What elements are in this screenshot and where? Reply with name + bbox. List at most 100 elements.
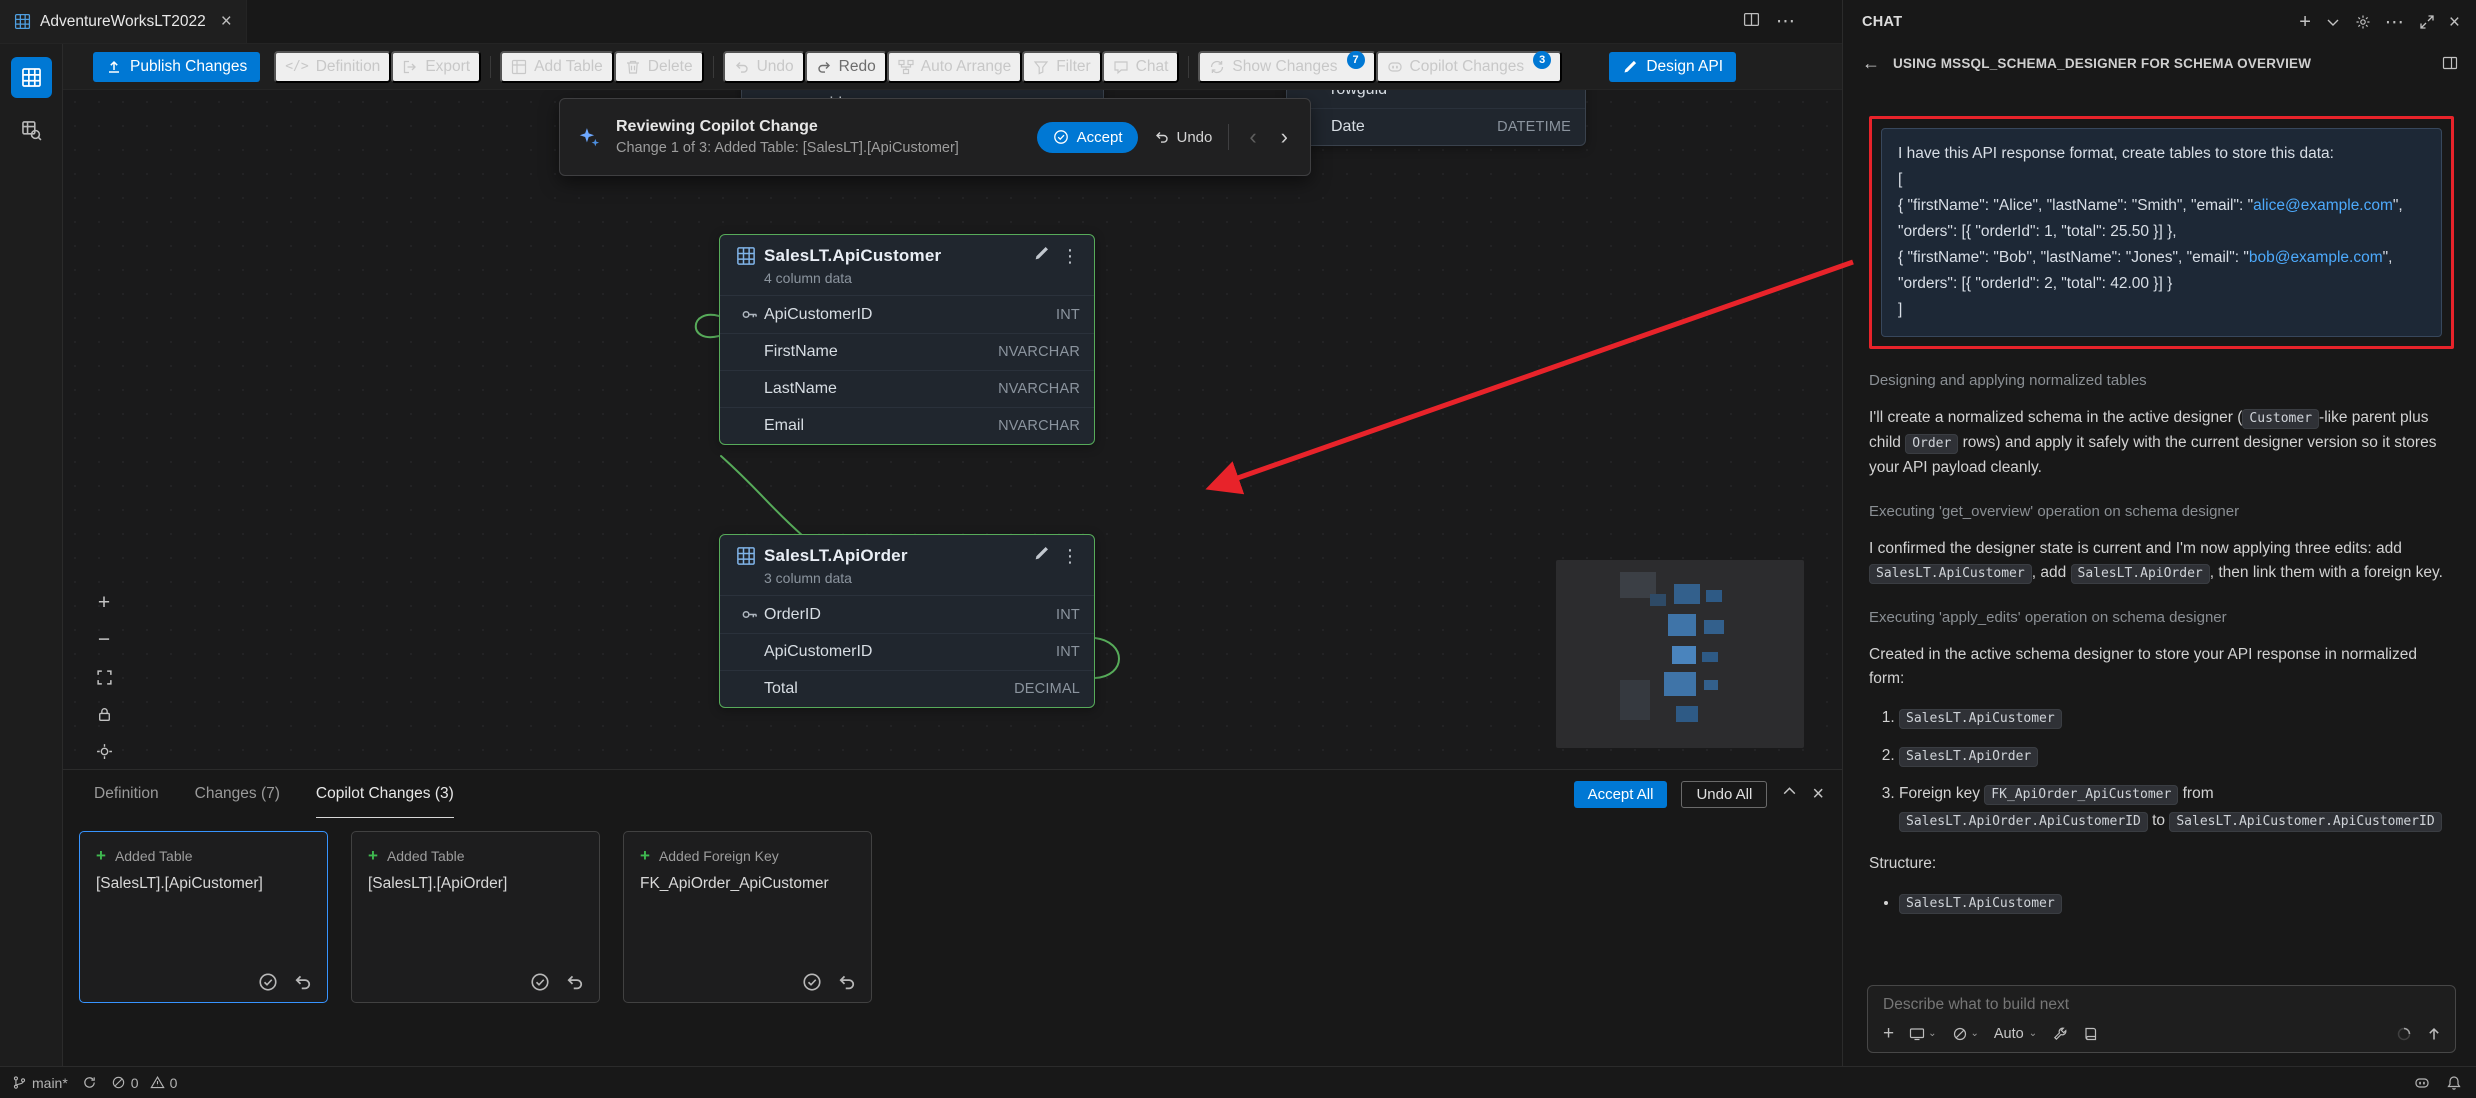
add-table-button[interactable]: Add Table (500, 51, 614, 83)
next-change-icon[interactable]: › (1277, 126, 1292, 148)
publish-changes-button[interactable]: Publish Changes (93, 52, 260, 82)
design-api-button[interactable]: Design API (1609, 52, 1736, 82)
filter-button[interactable]: Filter (1022, 51, 1101, 83)
column-name: ApiCustomerID (764, 306, 872, 324)
definition-button[interactable]: </> Definition (274, 51, 391, 83)
canvas-zoom-controls: + − (89, 588, 119, 766)
close-chat-icon[interactable]: × (2449, 13, 2460, 32)
column-row-apicustomerid[interactable]: ApiCustomerIDINT (720, 296, 1094, 333)
canvas-minimap[interactable] (1556, 560, 1804, 748)
copilot-status-icon[interactable] (2414, 1075, 2430, 1091)
edit-table-icon[interactable] (1033, 245, 1050, 267)
export-button[interactable]: Export (391, 51, 481, 83)
model-picker-icon[interactable]: ⌄ (1952, 1026, 1979, 1042)
split-editor-icon[interactable] (1743, 11, 1760, 33)
chat-settings-gear-icon[interactable] (2355, 14, 2371, 30)
chat-more-actions-icon[interactable]: ⋯ (2385, 11, 2405, 34)
panel-tab-definition[interactable]: Definition (94, 770, 159, 818)
accept-all-button[interactable]: Accept All (1574, 781, 1668, 808)
send-message-icon[interactable] (2426, 1026, 2442, 1042)
column-count-label: 3 column data (720, 570, 1094, 596)
git-branch-indicator[interactable]: main* (12, 1075, 68, 1091)
column-name: Email (764, 417, 804, 435)
sync-changes-icon[interactable] (82, 1075, 97, 1090)
add-context-icon[interactable]: + (1883, 1024, 1894, 1043)
edit-table-icon[interactable] (1033, 545, 1050, 567)
attach-screen-icon[interactable]: ⌄ (1909, 1026, 1936, 1042)
column-row-firstname[interactable]: FirstNameNVARCHAR (720, 333, 1094, 370)
tab-adventureworks[interactable]: AdventureWorksLT2022 × (0, 0, 247, 43)
expand-chat-icon[interactable] (2419, 14, 2435, 30)
tab-label: AdventureWorksLT2022 (40, 13, 206, 31)
add-table-icon (511, 59, 527, 75)
zoom-in-icon[interactable]: + (89, 588, 119, 618)
keep-change-icon[interactable] (530, 972, 550, 992)
undo-button[interactable]: Undo (723, 51, 805, 83)
notifications-bell-icon[interactable] (2446, 1075, 2462, 1091)
column-name: FirstName (764, 343, 838, 361)
inline-code: FK_ApiOrder_ApiCustomer (1984, 785, 2178, 805)
column-row-email[interactable]: EmailNVARCHAR (720, 407, 1094, 444)
zoom-out-icon[interactable]: − (89, 625, 119, 655)
column-name: ApiCustomerID (764, 643, 872, 661)
table-menu-icon[interactable]: ⋮ (1058, 246, 1082, 267)
panel-tab-changes-7[interactable]: Changes (7) (195, 770, 280, 818)
added-icon: + (640, 847, 650, 864)
copilot-change-card[interactable]: +Added Table[SalesLT].[ApiOrder] (351, 831, 600, 1003)
schema-designer-view-button[interactable] (11, 57, 52, 98)
column-row-apicustomerid[interactable]: ApiCustomerIDINT (720, 633, 1094, 670)
accept-change-button[interactable]: Accept (1037, 122, 1139, 153)
change-name: FK_ApiOrder_ApiCustomer (640, 875, 857, 893)
undo-change-icon[interactable] (565, 972, 585, 992)
lock-canvas-icon[interactable] (89, 699, 119, 729)
copilot-change-card[interactable]: +Added Table[SalesLT].[ApiCustomer] (79, 831, 328, 1003)
primary-key-icon (741, 606, 758, 623)
delete-button[interactable]: Delete (614, 51, 704, 83)
undo-all-button[interactable]: Undo All (1681, 781, 1767, 808)
column-row-orderid[interactable]: OrderIDINT (720, 596, 1094, 633)
email-link[interactable]: bob@example.com (2249, 249, 2383, 266)
center-view-icon[interactable] (89, 736, 119, 766)
chat-input[interactable] (1883, 996, 2442, 1014)
redo-button[interactable]: Redo (805, 51, 887, 83)
check-circle-icon (1053, 129, 1069, 145)
designer-activity-strip (0, 44, 63, 1066)
tools-icon[interactable] (2052, 1026, 2068, 1042)
chat-input-box[interactable]: + ⌄ ⌄ Auto ⌄ (1867, 985, 2456, 1053)
copilot-changes-button[interactable]: Copilot Changes 3 (1376, 51, 1563, 83)
tab-close-icon[interactable]: × (221, 12, 232, 31)
panel-close-icon[interactable]: × (1812, 784, 1824, 804)
mode-dropdown[interactable]: Auto ⌄ (1994, 1026, 2037, 1042)
keep-change-icon[interactable] (258, 972, 278, 992)
copilot-change-card[interactable]: +Added Foreign KeyFK_ApiOrder_ApiCustome… (623, 831, 872, 1003)
column-row-lastname[interactable]: LastNameNVARCHAR (720, 370, 1094, 407)
undo-change-icon[interactable] (837, 972, 857, 992)
table-node-apicustomer[interactable]: SalesLT.ApiCustomer ⋮ 4 column data ApiC… (719, 234, 1095, 445)
list-item: SalesLT.ApiOrder (1899, 743, 2454, 770)
new-chat-icon[interactable]: + (2299, 12, 2311, 32)
panel-collapse-icon[interactable] (1781, 783, 1798, 805)
chat-button[interactable]: Chat (1102, 51, 1180, 83)
auto-arrange-button[interactable]: Auto Arrange (887, 51, 1022, 83)
keep-change-icon[interactable] (802, 972, 822, 992)
chat-message-list: I have this API response format, create … (1843, 82, 2476, 975)
instructions-icon[interactable] (2083, 1026, 2099, 1042)
editor-more-actions-icon[interactable]: ⋯ (1776, 10, 1796, 33)
previous-change-icon[interactable]: ‹ (1245, 126, 1260, 148)
column-row-total[interactable]: TotalDECIMAL (720, 670, 1094, 707)
schema-canvas[interactable]: rowguidUNIQUEIDENTIFIER rowguidDateDATET… (63, 90, 1842, 769)
chat-back-icon[interactable]: ← (1862, 53, 1880, 74)
undo-change-button[interactable]: Undo (1154, 129, 1212, 146)
email-link[interactable]: alice@example.com (2253, 197, 2393, 214)
partial-table-node[interactable]: rowguidDateDATETIME (1286, 90, 1586, 146)
problems-indicator[interactable]: 0 0 (111, 1075, 178, 1091)
open-session-in-editor-icon[interactable] (2442, 55, 2458, 71)
fit-view-icon[interactable] (89, 662, 119, 692)
panel-tab-copilot-changes-3[interactable]: Copilot Changes (3) (316, 770, 454, 818)
chat-history-chevron-icon[interactable] (2325, 14, 2341, 30)
schema-search-button[interactable] (11, 110, 52, 151)
table-menu-icon[interactable]: ⋮ (1058, 546, 1082, 567)
table-node-apiorder[interactable]: SalesLT.ApiOrder ⋮ 3 column data OrderID… (719, 534, 1095, 708)
show-changes-button[interactable]: Show Changes 7 (1198, 51, 1375, 83)
undo-change-icon[interactable] (293, 972, 313, 992)
